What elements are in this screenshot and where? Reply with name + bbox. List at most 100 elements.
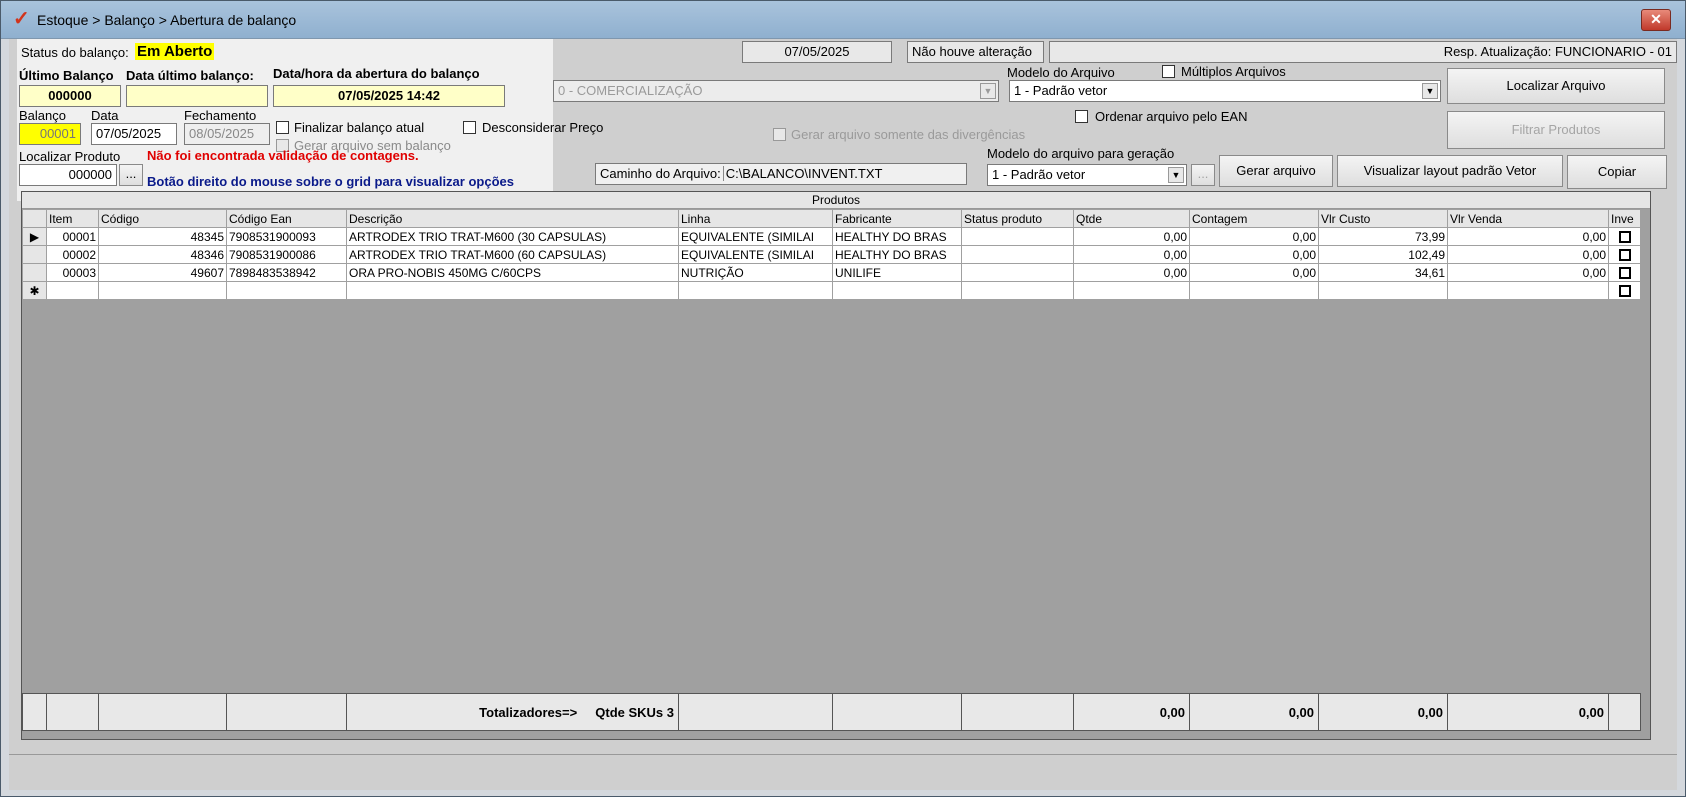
grid-caption: Produtos (22, 192, 1650, 209)
totals-cell (678, 693, 833, 731)
cell-codigo-ean[interactable]: 7898483538942 (226, 263, 347, 282)
modelo-arquivo-select[interactable]: 1 - Padrão vetor ▼ (1009, 80, 1441, 102)
cell-linha[interactable]: EQUIVALENTE (SIMILAI (678, 245, 833, 264)
cell-vlr-custo[interactable]: 102,49 (1318, 245, 1448, 264)
data-field[interactable]: 07/05/2025 (91, 123, 177, 145)
somente-divergencias-checkbox (773, 128, 786, 141)
cell-qtde[interactable]: 0,00 (1073, 227, 1190, 246)
table-row[interactable]: 00002 48346 7908531900086 ARTRODEX TRIO … (22, 245, 1641, 264)
products-grid[interactable]: Produtos Item Código Código Ean Descriçã… (21, 191, 1651, 740)
cell-status-produto[interactable] (961, 245, 1074, 264)
cell-empty[interactable] (832, 281, 962, 300)
table-row[interactable]: ▶ 00001 48345 7908531900093 ARTRODEX TRI… (22, 227, 1641, 246)
cell-descricao[interactable]: ARTRODEX TRIO TRAT-M600 (60 CAPSULAS) (346, 245, 679, 264)
total-qtde: 0,00 (1073, 693, 1190, 731)
cell-contagem[interactable]: 0,00 (1189, 245, 1319, 264)
multiplos-arquivos-label: Múltiplos Arquivos (1181, 64, 1286, 79)
cell-inve[interactable] (1608, 245, 1641, 264)
inve-checkbox[interactable] (1618, 267, 1631, 280)
visualizar-layout-button[interactable]: Visualizar layout padrão Vetor (1337, 155, 1563, 187)
col-descricao[interactable]: Descrição (346, 209, 679, 228)
desconsiderar-preco-checkbox[interactable] (463, 121, 476, 134)
modelo-geracao-select[interactable]: 1 - Padrão vetor ▼ (987, 164, 1187, 186)
cell-empty[interactable] (98, 281, 227, 300)
cell-status-produto[interactable] (961, 227, 1074, 246)
col-item[interactable]: Item (46, 209, 99, 228)
table-row[interactable]: 00003 49607 7898483538942 ORA PRO-NOBIS … (22, 263, 1641, 282)
cell-vlr-custo[interactable]: 73,99 (1318, 227, 1448, 246)
totals-cell (226, 693, 347, 731)
localizar-produto-button[interactable]: ... (119, 164, 143, 186)
cell-codigo[interactable]: 48345 (98, 227, 227, 246)
ordenar-ean-checkbox[interactable] (1075, 110, 1088, 123)
new-row-icon: ✱ (22, 281, 47, 300)
inve-checkbox[interactable] (1618, 249, 1631, 262)
localizar-arquivo-button[interactable]: Localizar Arquivo (1447, 68, 1665, 104)
cell-empty[interactable] (1073, 281, 1190, 300)
cell-vlr-venda[interactable]: 0,00 (1447, 245, 1609, 264)
cell-contagem[interactable]: 0,00 (1189, 227, 1319, 246)
col-qtde[interactable]: Qtde (1073, 209, 1190, 228)
cell-codigo-ean[interactable]: 7908531900086 (226, 245, 347, 264)
cell-descricao[interactable]: ORA PRO-NOBIS 450MG C/60CPS (346, 263, 679, 282)
cell-codigo[interactable]: 48346 (98, 245, 227, 264)
cell-vlr-custo[interactable]: 34,61 (1318, 263, 1448, 282)
inve-checkbox[interactable] (1618, 231, 1631, 244)
cell-empty[interactable] (346, 281, 679, 300)
cell-contagem[interactable]: 0,00 (1189, 263, 1319, 282)
col-linha[interactable]: Linha (678, 209, 833, 228)
copiar-button[interactable]: Copiar (1567, 155, 1667, 189)
multiplos-arquivos-checkbox[interactable] (1162, 65, 1175, 78)
cell-fabricante[interactable]: UNILIFE (832, 263, 962, 282)
cell-qtde[interactable]: 0,00 (1073, 245, 1190, 264)
balanco-field[interactable]: 00001 (19, 123, 81, 145)
col-codigo-ean[interactable]: Código Ean (226, 209, 347, 228)
cell-item[interactable]: 00003 (46, 263, 99, 282)
col-vlr-venda[interactable]: Vlr Venda (1447, 209, 1609, 228)
cell-empty[interactable] (226, 281, 347, 300)
total-custo: 0,00 (1318, 693, 1448, 731)
cell-empty[interactable] (1318, 281, 1448, 300)
finalizar-checkbox[interactable] (276, 121, 289, 134)
desconsiderar-preco-label: Desconsiderar Preço (482, 120, 604, 135)
cell-empty[interactable] (1447, 281, 1609, 300)
cell-fabricante[interactable]: HEALTHY DO BRAS (832, 227, 962, 246)
totals-cell (22, 693, 47, 731)
cell-item[interactable]: 00001 (46, 227, 99, 246)
cell-inve[interactable] (1608, 281, 1641, 300)
inve-checkbox[interactable] (1618, 285, 1631, 298)
cell-codigo-ean[interactable]: 7908531900093 (226, 227, 347, 246)
caminho-arquivo-field[interactable]: Caminho do Arquivo: C:\BALANCO\INVENT.TXT (595, 163, 967, 185)
col-contagem[interactable]: Contagem (1189, 209, 1319, 228)
localizar-produto-field[interactable]: 000000 (19, 164, 117, 186)
totals-skus: Qtde SKUs 3 (595, 704, 674, 720)
chevron-down-icon: ▼ (980, 83, 996, 99)
data-ultimo-field (126, 85, 268, 107)
cell-inve[interactable] (1608, 263, 1641, 282)
cell-empty[interactable] (46, 281, 99, 300)
cell-empty[interactable] (1189, 281, 1319, 300)
cell-linha[interactable]: EQUIVALENTE (SIMILAI (678, 227, 833, 246)
cell-empty[interactable] (961, 281, 1074, 300)
col-codigo[interactable]: Código (98, 209, 227, 228)
cell-vlr-venda[interactable]: 0,00 (1447, 227, 1609, 246)
cell-item[interactable]: 00002 (46, 245, 99, 264)
cell-vlr-venda[interactable]: 0,00 (1447, 263, 1609, 282)
cell-codigo[interactable]: 49607 (98, 263, 227, 282)
fechamento-field: 08/05/2025 (184, 123, 270, 145)
cell-descricao[interactable]: ARTRODEX TRIO TRAT-M600 (30 CAPSULAS) (346, 227, 679, 246)
col-fabricante[interactable]: Fabricante (832, 209, 962, 228)
cell-inve[interactable] (1608, 227, 1641, 246)
close-button[interactable]: ✕ (1641, 9, 1671, 31)
col-inve[interactable]: Inve (1608, 209, 1641, 228)
cell-qtde[interactable]: 0,00 (1073, 263, 1190, 282)
gerar-arquivo-button[interactable]: Gerar arquivo (1219, 155, 1333, 187)
cell-fabricante[interactable]: HEALTHY DO BRAS (832, 245, 962, 264)
cell-empty[interactable] (678, 281, 833, 300)
cell-linha[interactable]: NUTRIÇÃO (678, 263, 833, 282)
col-status-produto[interactable]: Status produto (961, 209, 1074, 228)
cell-status-produto[interactable] (961, 263, 1074, 282)
new-row[interactable]: ✱ (22, 281, 1641, 300)
totals-bar: Totalizadores=> Qtde SKUs 3 0,00 0,00 0,… (22, 693, 1650, 731)
col-vlr-custo[interactable]: Vlr Custo (1318, 209, 1448, 228)
